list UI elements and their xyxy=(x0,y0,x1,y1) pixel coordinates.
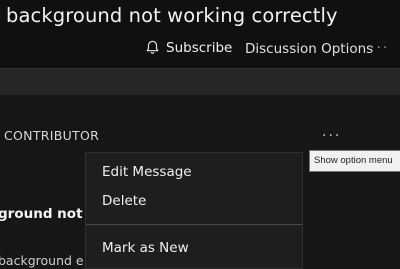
menu-item-edit-message[interactable]: Edit Message xyxy=(102,164,192,180)
menu-divider xyxy=(86,224,302,225)
menu-item-mark-as-new[interactable]: Mark as New xyxy=(102,240,189,256)
subscribe-button[interactable]: Subscribe xyxy=(144,39,232,56)
page-title: background not working correctly xyxy=(6,4,338,27)
header-bar: background not working correctly Subscri… xyxy=(0,0,400,68)
post-options-menu-button[interactable]: ··· xyxy=(322,128,341,144)
bell-icon xyxy=(146,40,159,54)
menu-item-delete[interactable]: Delete xyxy=(102,193,146,209)
subscribe-label: Subscribe xyxy=(166,39,233,56)
post-options-menu: Edit Message Delete Mark as New xyxy=(85,152,303,269)
sub-navigation-bar xyxy=(0,68,400,95)
tooltip: Show option menu xyxy=(309,150,400,172)
author-role: CONTRIBUTOR xyxy=(4,128,100,143)
post-body: background e xyxy=(0,253,84,268)
header-more-options-button[interactable]: ··· xyxy=(370,40,389,56)
discussion-options-button[interactable]: Discussion Options xyxy=(245,41,373,57)
